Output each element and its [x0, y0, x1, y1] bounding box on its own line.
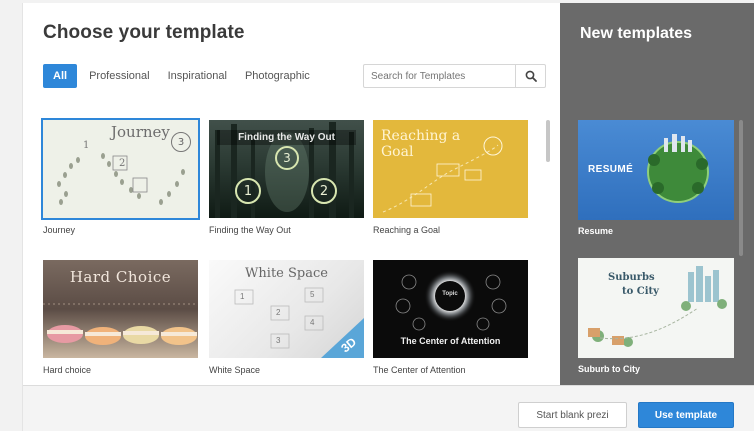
thumb-title: Reaching a Goal	[381, 128, 461, 160]
thumb-title: Hard Choice	[69, 268, 172, 286]
magnifier-icon	[525, 70, 537, 82]
thumb-number-circle: 1	[235, 178, 261, 204]
template-caption: Journey	[43, 225, 76, 235]
template-caption: Finding the Way Out	[209, 225, 291, 235]
template-search	[363, 64, 546, 88]
city-graphic	[588, 266, 727, 347]
filter-inspirational[interactable]: Inspirational	[159, 64, 236, 88]
thumb-number-circle: 3	[275, 146, 299, 170]
template-card-journey[interactable]: Journey 3 1 2 Journey	[41, 118, 200, 235]
new-template-card-resume[interactable]: RESUMÉ Resume	[578, 120, 734, 236]
template-thumbnail: Journey 3 1 2	[41, 118, 200, 220]
template-caption: Reaching a Goal	[373, 225, 441, 235]
search-input[interactable]	[364, 65, 515, 87]
thumb-number: 3	[276, 336, 281, 345]
template-grid-scrollbar[interactable]	[546, 120, 550, 162]
template-caption: Suburb to City	[578, 364, 640, 374]
template-caption: Hard choice	[43, 365, 92, 375]
template-thumbnail: White Space 1 2 5 4 3 3D	[209, 260, 364, 358]
template-thumbnail: RESUMÉ	[578, 120, 734, 220]
dialog-title: Choose your template	[43, 22, 245, 43]
thumb-title: White Space	[245, 266, 328, 281]
template-caption: The Center of Attention	[373, 365, 466, 375]
template-thumbnail: Reaching a Goal	[373, 120, 528, 218]
thumb-title-line-1: Suburbs	[608, 272, 655, 283]
thumb-number: 4	[310, 318, 315, 327]
use-template-button[interactable]: Use template	[638, 402, 734, 428]
search-button[interactable]	[515, 65, 545, 87]
thumb-title-line-2: to City	[622, 286, 659, 297]
category-filters: All Professional Inspirational Photograp…	[43, 64, 319, 88]
thumb-title: Journey	[111, 123, 170, 141]
filter-photographic[interactable]: Photographic	[236, 64, 319, 88]
template-thumbnail: Finding the Way Out 3 1 2	[209, 120, 364, 218]
thumb-title: Finding the Way Out	[217, 130, 356, 145]
template-thumbnail: Suburbs to City	[578, 258, 734, 358]
template-thumbnail: Topic The Center of Attention	[373, 260, 528, 358]
filter-all[interactable]: All	[43, 64, 78, 88]
template-thumbnail: Hard Choice	[43, 260, 198, 358]
thumb-number: 5	[310, 290, 315, 299]
template-caption: Resume	[578, 226, 614, 236]
template-card-center-of-attention[interactable]: Topic The Center of Attention The Center…	[373, 260, 528, 375]
thumb-number: 2	[119, 158, 126, 169]
template-dialog: Choose your template All Professional In…	[22, 3, 754, 431]
template-card-hard-choice[interactable]: Hard Choice Hard choice	[43, 260, 198, 375]
template-card-finding-the-way-out[interactable]: Finding the Way Out 3 1 2 Finding the Wa…	[209, 120, 364, 235]
template-card-reaching-a-goal[interactable]: Reaching a Goal Reaching a Goal	[373, 120, 528, 235]
sidebar-title: New templates	[580, 25, 693, 42]
template-chooser-panel: Choose your template All Professional In…	[23, 3, 560, 385]
filter-professional[interactable]: Professional	[80, 64, 159, 88]
thumb-number-circle: 2	[311, 178, 337, 204]
template-caption: White Space	[209, 365, 261, 375]
thumb-number-circle: 3	[171, 132, 191, 152]
start-blank-button[interactable]: Start blank prezi	[518, 402, 627, 428]
thumb-title: The Center of Attention	[400, 336, 501, 346]
sidebar-scrollbar[interactable]	[739, 120, 743, 256]
thumb-title: RESUMÉ	[588, 164, 634, 175]
thumb-number: 1	[240, 292, 245, 301]
thumb-center-label: Topic	[442, 291, 458, 297]
thumb-number: 2	[276, 308, 281, 317]
thumb-number: 1	[83, 140, 90, 151]
dialog-footer: Start blank prezi Use template	[23, 385, 754, 431]
new-template-card-suburb-to-city[interactable]: Suburbs to City Suburb to City	[578, 258, 734, 374]
new-templates-sidebar: New templates RESUMÉ Resume Suburbs to C…	[560, 3, 754, 385]
template-card-white-space[interactable]: White Space 1 2 5 4 3 3D White Space	[209, 260, 364, 375]
